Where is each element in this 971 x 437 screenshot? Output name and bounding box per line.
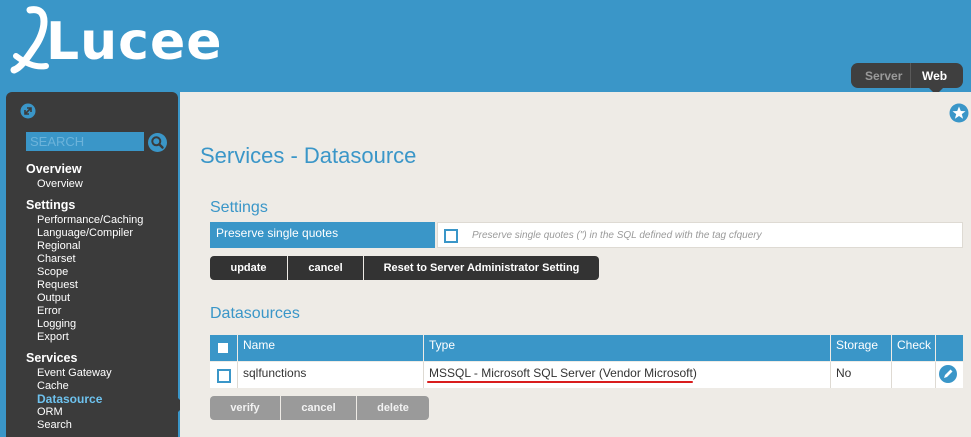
select-all-cell [210, 335, 238, 361]
sidebar-item-orm[interactable]: ORM [37, 406, 143, 419]
logo-mark-icon [10, 6, 49, 74]
column-type[interactable]: Type [424, 335, 831, 361]
verify-button[interactable]: verify [210, 396, 280, 420]
sidebar-item-export[interactable]: Export [37, 331, 143, 344]
sidebar-nav: Overview Overview Settings Performance/C… [26, 162, 143, 432]
header: Lucee Server Web [0, 0, 971, 95]
nav-section-settings[interactable]: Settings [26, 198, 143, 214]
lucee-logo[interactable]: Lucee [10, 2, 222, 82]
row-select-cell [210, 362, 238, 388]
table-header: Name Type Storage Check [210, 335, 963, 361]
preserve-quotes-checkbox[interactable] [444, 229, 458, 243]
row-name: sqlfunctions [238, 362, 424, 388]
sidebar-item-request[interactable]: Request [37, 279, 143, 292]
row-type: MSSQL - Microsoft SQL Server (Vendor Mic… [424, 362, 831, 388]
sidebar-item-search[interactable]: Search [37, 419, 143, 432]
settings-heading: Settings [210, 199, 268, 216]
edit-datasource-button[interactable] [939, 365, 957, 383]
sidebar-item-charset[interactable]: Charset [37, 253, 143, 266]
delete-button[interactable]: delete [357, 396, 429, 420]
datasources-heading: Datasources [210, 305, 300, 322]
edit-pencil-icon [944, 369, 953, 378]
collapse-icon[interactable] [20, 103, 36, 119]
sidebar-item-language-compiler[interactable]: Language/Compiler [37, 227, 143, 240]
search-button[interactable] [148, 133, 167, 152]
row-check [892, 362, 936, 388]
column-check[interactable]: Check [892, 335, 936, 361]
sidebar-item-logging[interactable]: Logging [37, 318, 143, 331]
reset-to-server-settings-button[interactable]: Reset to Server Administrator Setting [364, 256, 599, 280]
select-all-checkbox[interactable] [218, 343, 228, 353]
tab-web[interactable]: Web [922, 69, 947, 83]
mode-switch: Server Web [851, 63, 963, 88]
sidebar-item-output[interactable]: Output [37, 292, 143, 305]
preserve-quotes-description: Preserve single quotes (") in the SQL de… [472, 230, 762, 241]
preserve-quotes-value: Preserve single quotes (") in the SQL de… [437, 222, 963, 248]
row-storage: No [831, 362, 892, 388]
column-storage[interactable]: Storage [831, 335, 892, 361]
sidebar-item-datasource[interactable]: Datasource [37, 393, 143, 406]
row-checkbox[interactable] [217, 369, 231, 383]
column-name[interactable]: Name [238, 335, 424, 361]
page-title: Services - Datasource [200, 143, 417, 168]
table-row: sqlfunctions MSSQL - Microsoft SQL Serve… [210, 362, 963, 388]
update-button[interactable]: update [210, 256, 287, 280]
settings-cancel-button[interactable]: cancel [288, 256, 363, 280]
nav-section-services[interactable]: Services [26, 351, 143, 367]
star-icon[interactable] [949, 103, 969, 123]
sidebar-item-performance-caching[interactable]: Performance/Caching [37, 214, 143, 227]
preserve-quotes-label: Preserve single quotes [210, 222, 435, 248]
preserve-quotes-row: Preserve single quotes Preserve single q… [210, 222, 963, 249]
logo-text: Lucee [46, 12, 223, 72]
row-edit-cell [936, 362, 963, 388]
sidebar-item-event-gateway[interactable]: Event Gateway [37, 367, 143, 380]
column-actions [936, 335, 963, 361]
sidebar-item-regional[interactable]: Regional [37, 240, 143, 253]
sidebar: Overview Overview Settings Performance/C… [6, 92, 178, 437]
sidebar-item-scope[interactable]: Scope [37, 266, 143, 279]
sidebar-item-overview[interactable]: Overview [37, 178, 143, 191]
search-input[interactable] [26, 132, 144, 151]
mode-divider [910, 63, 911, 88]
tab-server[interactable]: Server [865, 69, 910, 83]
sidebar-item-error[interactable]: Error [37, 305, 143, 318]
search-icon [151, 136, 164, 149]
annotation-underline [427, 381, 693, 383]
datasource-cancel-button[interactable]: cancel [281, 396, 356, 420]
nav-section-overview[interactable]: Overview [26, 162, 143, 178]
